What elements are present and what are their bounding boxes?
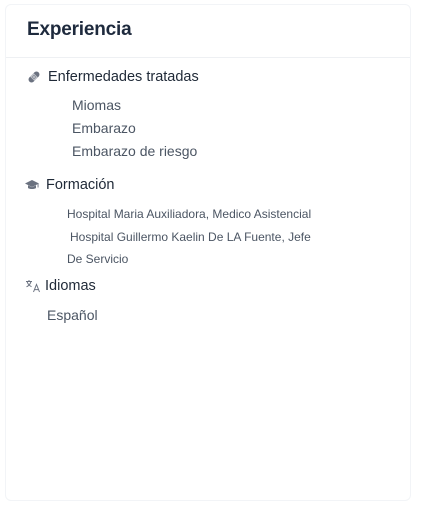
section-education-heading: Formación xyxy=(24,177,115,193)
section-education-label: Formación xyxy=(46,177,115,193)
disease-item: Miomas xyxy=(72,97,122,113)
section-diseases-heading: Enfermedades tratadas xyxy=(26,69,199,85)
disease-item: Embarazo de riesgo xyxy=(72,143,198,159)
title-divider xyxy=(6,57,410,58)
language-item: Español xyxy=(47,307,98,323)
graduation-cap-icon xyxy=(24,177,40,193)
education-line: Hospital Maria Auxiliadora, Medico Asist… xyxy=(67,207,312,221)
bandage-icon xyxy=(26,69,42,85)
card-title: Experiencia xyxy=(27,19,132,40)
education-line: Hospital Guillermo Kaelin De LA Fuente, … xyxy=(70,230,311,244)
section-languages-label: Idiomas xyxy=(45,278,96,294)
translate-icon xyxy=(25,278,41,294)
experience-card: Experiencia Enfermedades tratadas Miomas… xyxy=(5,4,411,501)
disease-item: Embarazo xyxy=(72,120,136,136)
education-line: De Servicio xyxy=(67,252,129,266)
section-diseases-label: Enfermedades tratadas xyxy=(48,69,199,85)
section-languages-heading: Idiomas xyxy=(25,278,96,294)
